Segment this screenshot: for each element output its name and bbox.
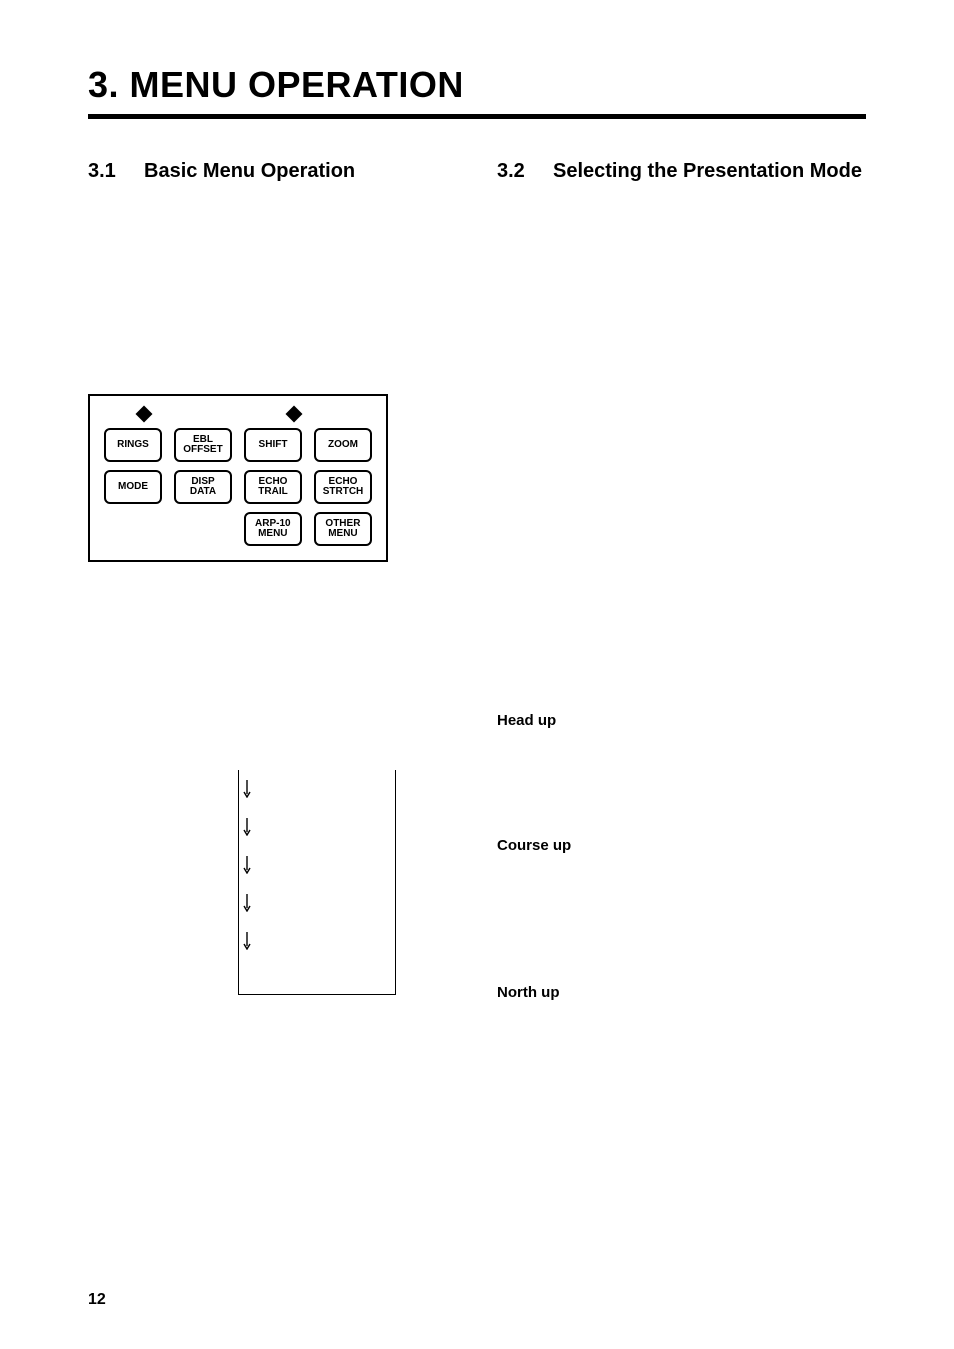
spacer xyxy=(497,192,866,712)
key-zoom: ZOOM xyxy=(314,428,372,462)
diamond-row xyxy=(138,408,372,420)
key-row-1: RINGS EBL OFFSET SHIFT ZOOM xyxy=(104,428,372,462)
section-title: Basic Menu Operation xyxy=(144,159,355,184)
down-arrow-icon xyxy=(243,932,251,950)
menu-item xyxy=(239,770,395,808)
section-3-1-header: 3.1 Basic Menu Operation xyxy=(88,159,457,184)
spacer xyxy=(497,854,866,984)
key-row-2: MODE DISP DATA ECHO TRAIL ECHO STRTCH xyxy=(104,470,372,504)
key-echo-trail: ECHO TRAIL xyxy=(244,470,302,504)
key-spacer xyxy=(174,512,232,546)
page: 3. MENU OPERATION 3.1 Basic Menu Operati… xyxy=(0,0,954,1349)
menu-item xyxy=(239,846,395,884)
key-arp10-menu: ARP-10 MENU xyxy=(244,512,302,546)
key-shift: SHIFT xyxy=(244,428,302,462)
spacer xyxy=(497,729,866,837)
touchpad-figure: RINGS EBL OFFSET SHIFT ZOOM MODE DISP DA… xyxy=(88,394,388,562)
key-echo-strtch: ECHO STRTCH xyxy=(314,470,372,504)
diamond-icon xyxy=(286,406,303,423)
key-spacer xyxy=(104,512,162,546)
main-menu-figure xyxy=(238,770,396,995)
diamond-icon xyxy=(136,406,153,423)
mode-course-up: Course up xyxy=(497,837,866,854)
section-number: 3.2 xyxy=(497,160,537,183)
mode-north-up: North up xyxy=(497,984,866,1001)
down-arrow-icon xyxy=(243,818,251,836)
mode-heading: Head up xyxy=(497,712,866,729)
menu-item xyxy=(239,922,395,960)
page-number: 12 xyxy=(88,1291,106,1309)
mode-head-up: Head up xyxy=(497,712,866,729)
menu-item xyxy=(239,808,395,846)
two-column-layout: 3.1 Basic Menu Operation RINGS EBL OFFSE… xyxy=(88,159,866,1001)
mode-heading: Course up xyxy=(497,837,866,854)
down-arrow-icon xyxy=(243,894,251,912)
chapter-title: 3. MENU OPERATION xyxy=(88,64,866,106)
section-3-2-header: 3.2 Selecting the Presentation Mode xyxy=(497,159,866,184)
down-arrow-icon xyxy=(243,780,251,798)
left-column: 3.1 Basic Menu Operation RINGS EBL OFFSE… xyxy=(88,159,457,1001)
chapter-rule xyxy=(88,114,866,119)
section-number: 3.1 xyxy=(88,160,128,183)
key-other-menu: OTHER MENU xyxy=(314,512,372,546)
key-mode: MODE xyxy=(104,470,162,504)
key-disp-data: DISP DATA xyxy=(174,470,232,504)
mode-heading: North up xyxy=(497,984,866,1001)
down-arrow-icon xyxy=(243,856,251,874)
right-column: 3.2 Selecting the Presentation Mode Head… xyxy=(497,159,866,1001)
menu-item xyxy=(239,960,395,994)
key-rings: RINGS xyxy=(104,428,162,462)
menu-item xyxy=(239,884,395,922)
key-ebl-offset: EBL OFFSET xyxy=(174,428,232,462)
section-title: Selecting the Presentation Mode xyxy=(553,159,862,184)
key-row-3: ARP-10 MENU OTHER MENU xyxy=(104,512,372,546)
